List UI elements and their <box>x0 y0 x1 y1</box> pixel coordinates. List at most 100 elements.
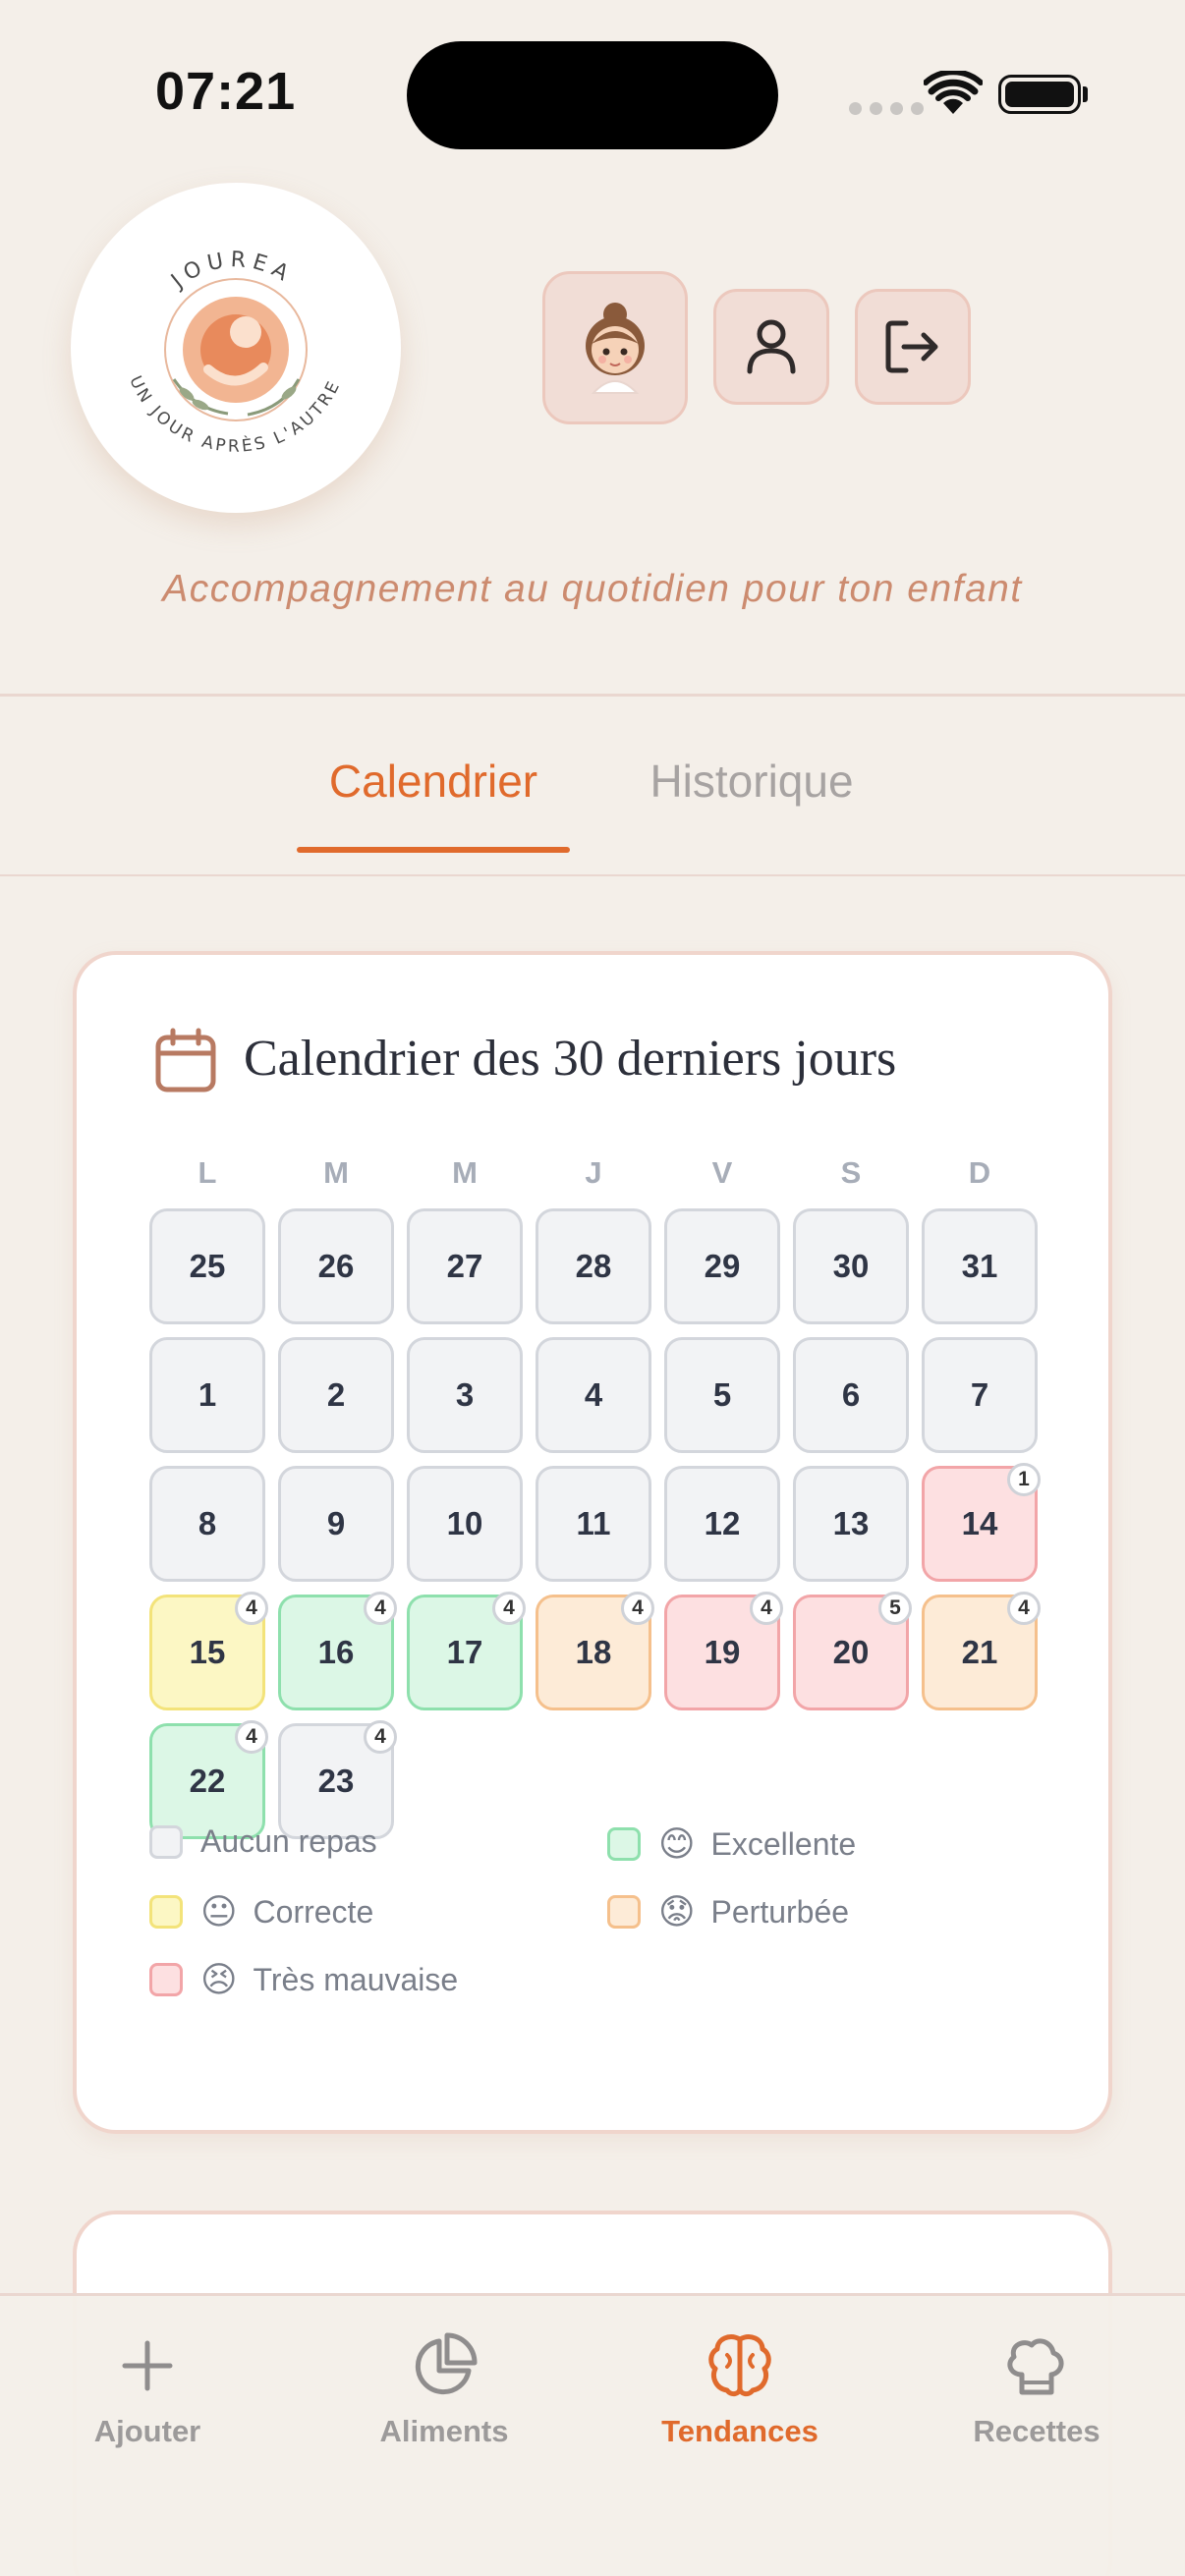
calendar-day[interactable]: 17 4 <box>407 1592 526 1710</box>
calendar-day-number: 21 <box>961 1634 998 1670</box>
calendar-day-number: 5 <box>712 1376 732 1413</box>
legend-item: 😣 Très mauvaise <box>149 1959 458 2000</box>
legend-label: Aucun repas <box>200 1823 377 1859</box>
calendar-day-number: 30 <box>832 1248 870 1284</box>
calendar-day[interactable]: 5 <box>664 1337 780 1453</box>
calendar-day[interactable]: 31 <box>922 1208 1038 1324</box>
calendar-day[interactable]: 3 <box>407 1337 523 1453</box>
weekday-label: S <box>840 1155 862 1190</box>
logout-button[interactable] <box>855 289 971 405</box>
meal-count-badge: 4 <box>235 1592 268 1625</box>
child-profile-button[interactable] <box>542 271 688 424</box>
meal-count-badge: 4 <box>364 1592 397 1625</box>
calendar-day[interactable]: 14 1 <box>922 1463 1041 1582</box>
legend-swatch <box>149 1963 183 1996</box>
calendar-day-number: 26 <box>317 1248 355 1284</box>
weekday-label: D <box>968 1155 991 1190</box>
meal-count-badge: 1 <box>1007 1463 1041 1496</box>
legend-swatch <box>149 1895 183 1929</box>
calendar-day-number: 1 <box>198 1376 217 1413</box>
weekday-label: L <box>198 1155 217 1190</box>
battery-icon <box>998 75 1081 114</box>
app-logo: JOUREA UN JOUR APRÈS L'AUTRE <box>71 183 401 513</box>
calendar-day[interactable]: 27 <box>407 1208 523 1324</box>
calendar-day-number: 17 <box>446 1634 483 1670</box>
calendar-day[interactable]: 29 <box>664 1208 780 1324</box>
nav-add[interactable]: Ajouter <box>29 2331 265 2449</box>
status-time: 07:21 <box>155 62 297 121</box>
nav-trends[interactable]: Tendances <box>622 2331 858 2449</box>
calendar-day[interactable]: 18 4 <box>536 1592 654 1710</box>
legend-item: 😐 Correcte <box>149 1891 373 1932</box>
calendar-day[interactable]: 1 <box>149 1337 265 1453</box>
calendar-day[interactable]: 10 <box>407 1466 523 1582</box>
dynamic-island <box>407 41 778 149</box>
calendar-day[interactable]: 25 <box>149 1208 265 1324</box>
tab-history[interactable]: Historique <box>629 755 875 808</box>
header-divider <box>0 694 1185 697</box>
legend-label: Correcte <box>253 1893 374 1930</box>
calendar-day-number: 16 <box>317 1634 355 1670</box>
calendar-day[interactable]: 9 <box>278 1466 394 1582</box>
user-icon <box>747 319 796 374</box>
calendar-day-number: 3 <box>455 1376 475 1413</box>
nav-foods[interactable]: Aliments <box>326 2331 562 2449</box>
legend-item: 😊 Excellente <box>607 1823 856 1865</box>
calendar-day[interactable]: 4 <box>536 1337 651 1453</box>
calendar-day[interactable]: 21 4 <box>922 1592 1041 1710</box>
meal-count-badge: 4 <box>750 1592 783 1625</box>
calendar-day[interactable]: 23 4 <box>278 1720 397 1839</box>
meal-count-badge: 4 <box>1007 1592 1041 1625</box>
pie-chart-icon <box>415 2332 478 2395</box>
weekday-label: M <box>323 1155 349 1190</box>
calendar-day[interactable]: 28 <box>536 1208 651 1324</box>
meal-count-badge: 4 <box>235 1720 268 1754</box>
chef-hat-icon <box>1007 2338 1064 2395</box>
weekday-label: V <box>711 1155 733 1190</box>
calendar-day-number: 15 <box>189 1634 226 1670</box>
cellular-signal-icon <box>849 102 924 115</box>
calendar-day-number: 8 <box>198 1505 217 1541</box>
tabs-divider <box>0 874 1185 876</box>
calendar-day[interactable]: 8 <box>149 1466 265 1582</box>
calendar-day-number: 20 <box>832 1634 870 1670</box>
legend-swatch <box>607 1827 641 1861</box>
calendar-day-number: 10 <box>446 1505 483 1541</box>
nav-recipes[interactable]: Recettes <box>919 2331 1155 2449</box>
calendar-day[interactable]: 2 <box>278 1337 394 1453</box>
calendar-day[interactable]: 12 <box>664 1466 780 1582</box>
calendar-day[interactable]: 30 <box>793 1208 909 1324</box>
calendar-day-number: 19 <box>704 1634 741 1670</box>
calendar-day[interactable]: 26 <box>278 1208 394 1324</box>
calendar-day[interactable]: 16 4 <box>278 1592 397 1710</box>
active-tab-indicator <box>297 847 570 853</box>
legend-label: Très mauvaise <box>253 1961 459 1997</box>
account-button[interactable] <box>713 289 829 405</box>
logout-icon <box>885 320 938 373</box>
calendar-day[interactable]: 22 4 <box>149 1720 268 1839</box>
plus-icon <box>122 2340 173 2391</box>
nav-recipes-label: Recettes <box>973 2414 1100 2448</box>
bottom-nav: Ajouter Aliments Tendances Recettes <box>0 2293 1185 2576</box>
meal-count-badge: 5 <box>878 1592 912 1625</box>
battery-tip <box>1083 86 1088 102</box>
calendar-day[interactable]: 13 <box>793 1466 909 1582</box>
calendar-day[interactable]: 11 <box>536 1466 651 1582</box>
calendar-day-number: 28 <box>575 1248 612 1284</box>
tab-calendar[interactable]: Calendrier <box>297 755 570 808</box>
mood-emoji-icon: 😐 <box>200 1891 238 1932</box>
legend-item: 😟 Perturbée <box>607 1891 849 1932</box>
calendar-day[interactable]: 19 4 <box>664 1592 783 1710</box>
calendar-day-number: 6 <box>841 1376 861 1413</box>
child-avatar-icon <box>586 303 645 394</box>
calendar-day[interactable]: 6 <box>793 1337 909 1453</box>
calendar-day-number: 4 <box>584 1376 603 1413</box>
calendar-day-number: 14 <box>961 1505 998 1541</box>
nav-trends-label: Tendances <box>661 2414 818 2448</box>
calendar-day[interactable]: 7 <box>922 1337 1038 1453</box>
calendar-day[interactable]: 15 4 <box>149 1592 268 1710</box>
legend-label: Excellente <box>710 1825 857 1862</box>
mood-emoji-icon: 😊 <box>658 1823 696 1864</box>
wifi-icon <box>924 71 983 114</box>
calendar-day[interactable]: 20 5 <box>793 1592 912 1710</box>
